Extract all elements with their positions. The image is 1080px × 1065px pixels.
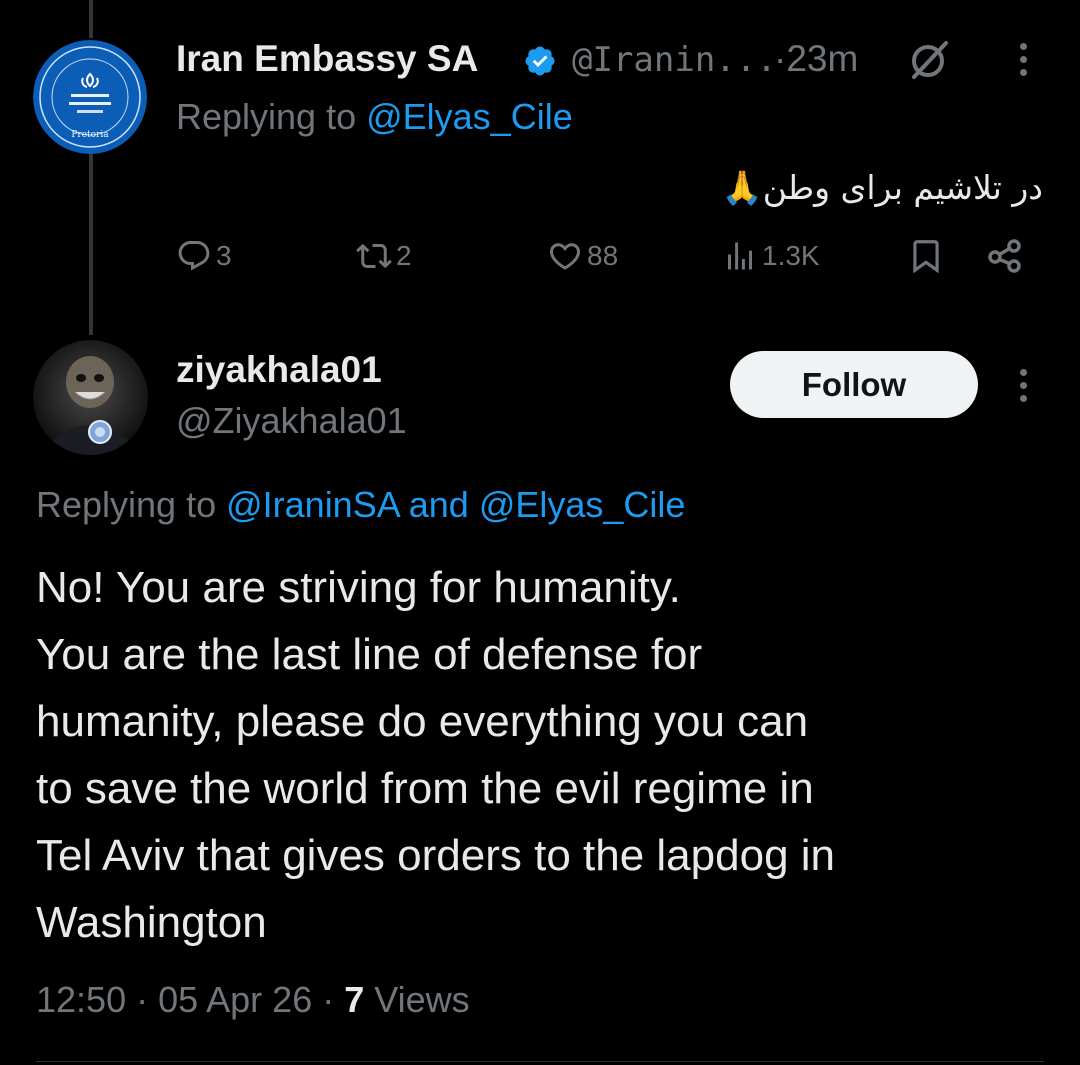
- embassy-handle[interactable]: @Iranin...: [572, 40, 777, 80]
- views-count: 1.3K: [762, 240, 820, 271]
- views-icon: [728, 242, 752, 270]
- main-tweet-text: No! You are striving for humanity. You a…: [36, 563, 836, 947]
- grok-icon[interactable]: [906, 37, 950, 81]
- replying-to-handle-1[interactable]: @IraninSA: [226, 484, 399, 525]
- like-count: 88: [587, 240, 619, 271]
- follow-button[interactable]: Follow: [730, 351, 978, 418]
- share-icon[interactable]: [985, 236, 1025, 281]
- views-count-main: 7: [344, 979, 365, 1020]
- embassy-display-name[interactable]: Iran Embassy SA: [176, 38, 478, 80]
- tweet-meta: 12:50 · 05 Apr 26 · 7 Views: [36, 979, 470, 1020]
- main-replying-to-line: Replying to @IraninSA and @Elyas_Cile: [36, 484, 685, 526]
- embassy-logo: Pretoria: [33, 40, 147, 154]
- more-icon[interactable]: [1020, 43, 1027, 76]
- repost-count: 2: [396, 240, 412, 271]
- replying-to-label: Replying to: [176, 96, 367, 137]
- reply-icon: [178, 241, 210, 271]
- user-handle[interactable]: @Ziyakhala01: [176, 400, 407, 442]
- tweet-time[interactable]: ·23m: [774, 38, 858, 80]
- like-icon: [549, 243, 581, 270]
- repost-button[interactable]: 2: [356, 238, 412, 274]
- replying-to-handle[interactable]: @Elyas_Cile: [366, 96, 573, 137]
- like-button[interactable]: 88: [547, 238, 618, 274]
- thread-line: [89, 150, 93, 335]
- main-replying-to-label: Replying to: [36, 484, 227, 525]
- views-label: Views: [364, 979, 470, 1020]
- tweet-timestamp[interactable]: 12:50: [36, 979, 126, 1020]
- logo-text: Pretoria: [71, 130, 109, 140]
- reply-count: 3: [216, 240, 232, 271]
- bookmark-icon[interactable]: [907, 237, 945, 280]
- verified-badge-icon: [523, 44, 557, 78]
- tweet-date[interactable]: 05 Apr 26: [158, 979, 312, 1020]
- views-button[interactable]: 1.3K: [722, 238, 820, 274]
- user-avatar[interactable]: [33, 340, 148, 455]
- replying-to-and: and: [398, 484, 479, 525]
- replying-to-line: Replying to @Elyas_Cile: [176, 96, 573, 138]
- embassy-tweet-text: در تلاشیم برای وطن🙏: [721, 168, 1043, 207]
- repost-icon: [356, 243, 392, 269]
- divider: [36, 1061, 1044, 1062]
- more-icon-user[interactable]: [1020, 369, 1027, 402]
- replying-to-handle-2[interactable]: @Elyas_Cile: [479, 484, 686, 525]
- embassy-avatar[interactable]: Pretoria: [33, 40, 147, 154]
- user-display-name[interactable]: ziyakhala01: [176, 349, 382, 391]
- thread-line-top: [89, 0, 93, 38]
- reply-button[interactable]: 3: [176, 238, 232, 274]
